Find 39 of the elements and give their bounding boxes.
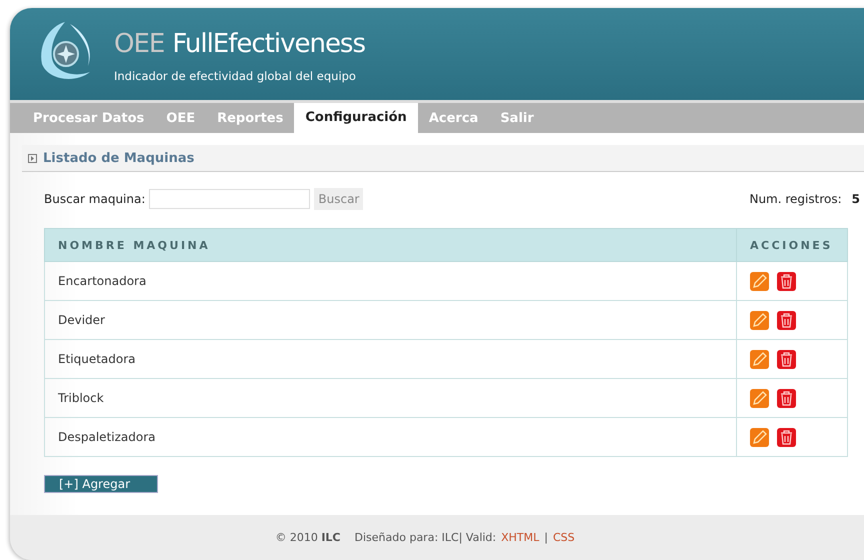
footer-separator: | (544, 531, 548, 544)
trash-icon[interactable] (777, 350, 796, 368)
nav-tab[interactable]: Salir (489, 105, 545, 133)
nav-tab[interactable]: Procesar Datos (22, 105, 156, 133)
app-title-prefix: OEE (114, 29, 164, 59)
trash-icon[interactable] (777, 272, 796, 290)
record-count: 5 (852, 192, 860, 206)
column-header: NOMBRE MAQUINA (44, 228, 736, 262)
section-title: Listado de Maquinas (43, 150, 194, 166)
app-subtitle: Indicador de efectividad global del equipo (114, 69, 357, 83)
pencil-icon[interactable] (750, 350, 769, 368)
nav-tab[interactable]: OEE (155, 105, 206, 133)
nav-tab[interactable]: Configuración (294, 103, 418, 133)
designed-for-text: Diseñado para: ILC| Valid: (354, 531, 496, 544)
table-cell: Triblock (44, 378, 736, 418)
table-cell: Despaletizadora (44, 418, 736, 456)
footer-link[interactable]: XHTML (501, 531, 540, 544)
trash-icon[interactable] (777, 388, 796, 408)
expand-icon[interactable] (28, 154, 37, 162)
table-cell: Etiquetadora (44, 340, 736, 378)
app-title: FullEfectiveness (172, 29, 366, 59)
trash-icon[interactable] (777, 310, 796, 330)
copyright-text: © 2010 ILC (275, 531, 341, 544)
search-button[interactable]: Buscar (314, 188, 364, 210)
pencil-icon[interactable] (750, 388, 769, 408)
pencil-icon[interactable] (750, 310, 769, 330)
add-button[interactable]: [+] Agregar (44, 475, 158, 493)
search-field[interactable] (149, 189, 310, 209)
table-cell: Encartonadora (44, 262, 736, 300)
pencil-icon[interactable] (750, 428, 769, 446)
record-count-label: Num. registros: (749, 192, 842, 206)
footer-link[interactable]: CSS (553, 531, 575, 544)
search-label: Buscar maquina: (44, 192, 146, 206)
nav-tab[interactable]: Reportes (206, 105, 294, 133)
trash-icon[interactable] (777, 428, 796, 446)
pencil-icon[interactable] (750, 272, 769, 290)
table-cell: Devider (44, 300, 736, 340)
column-header: ACCIONES (736, 228, 848, 262)
nav-tab[interactable]: Acerca (418, 105, 490, 133)
